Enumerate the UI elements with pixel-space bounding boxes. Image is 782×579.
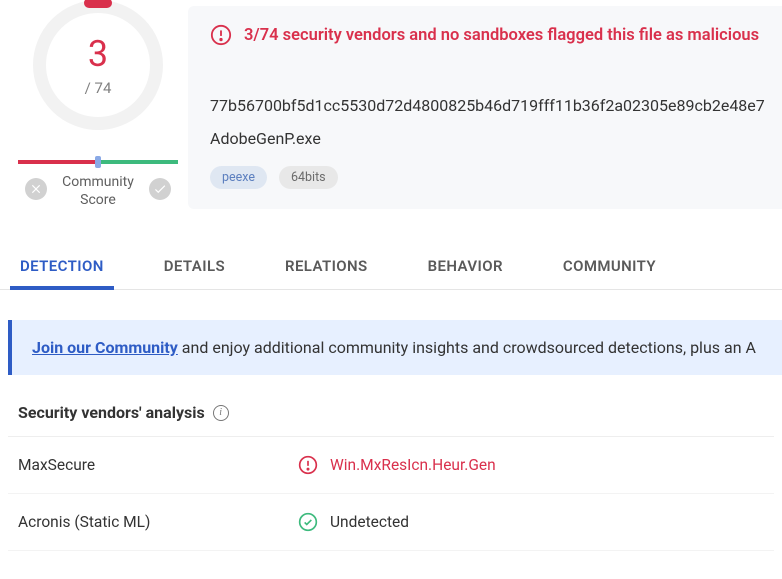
file-info-panel: 3/74 security vendors and no sandboxes f… [188,6,782,209]
alert-icon [210,24,232,46]
tab-community[interactable]: COMMUNITY [553,245,666,289]
malicious-icon [298,455,318,475]
community-score-thumb [95,156,101,168]
tag-64bits[interactable]: 64bits [279,166,338,189]
vendors-analysis-section: Security vendors' analysis i MaxSecure W… [0,403,782,551]
score-panel: 3 / 74 Community Score [8,0,188,209]
tab-detection[interactable]: DETECTION [10,245,114,289]
vendor-row: Acronis (Static ML) Undetected [8,494,774,551]
vendor-result: Undetected [298,512,409,532]
score-arc [84,0,112,8]
tag-peexe[interactable]: peexe [210,166,267,189]
vendor-name: MaxSecure [18,456,298,474]
tab-details[interactable]: DETAILS [154,245,235,289]
community-score-bar [18,160,178,164]
score-denominator: / 74 [85,79,112,97]
vendor-result: Win.MxResIcn.Heur.Gen [298,455,496,475]
vendor-row: MaxSecure Win.MxResIcn.Heur.Gen [8,437,774,494]
vendor-result-text: Undetected [330,513,409,531]
file-hash[interactable]: 77b56700bf5d1cc5530d72d4800825b46d719fff… [210,96,765,115]
tab-bar: DETECTION DETAILS RELATIONS BEHAVIOR COM… [0,245,782,290]
tab-relations[interactable]: RELATIONS [275,245,378,289]
vendor-name: Acronis (Static ML) [18,513,298,531]
join-community-link[interactable]: Join our Community [32,338,178,357]
tab-behavior[interactable]: BEHAVIOR [418,245,513,289]
file-tags: peexe 64bits [210,166,765,189]
vote-negative-icon[interactable] [25,178,47,200]
vendor-result-text: Win.MxResIcn.Heur.Gen [330,456,496,474]
score-value: 3 [88,33,108,75]
alert-text: 3/74 security vendors and no sandboxes f… [244,26,759,45]
undetected-icon [298,512,318,532]
file-name: AdobeGenP.exe [210,129,765,148]
banner-text: and enjoy additional community insights … [178,338,756,357]
malicious-alert: 3/74 security vendors and no sandboxes f… [210,24,765,46]
vendors-analysis-header: Security vendors' analysis i [8,403,774,437]
vendors-analysis-title: Security vendors' analysis [18,403,205,422]
vote-positive-icon[interactable] [149,178,171,200]
detection-score-ring: 3 / 74 [33,0,163,130]
community-banner: Join our Community and enjoy additional … [8,320,782,375]
community-score-label: Community Score [62,174,134,209]
info-icon[interactable]: i [213,405,229,421]
